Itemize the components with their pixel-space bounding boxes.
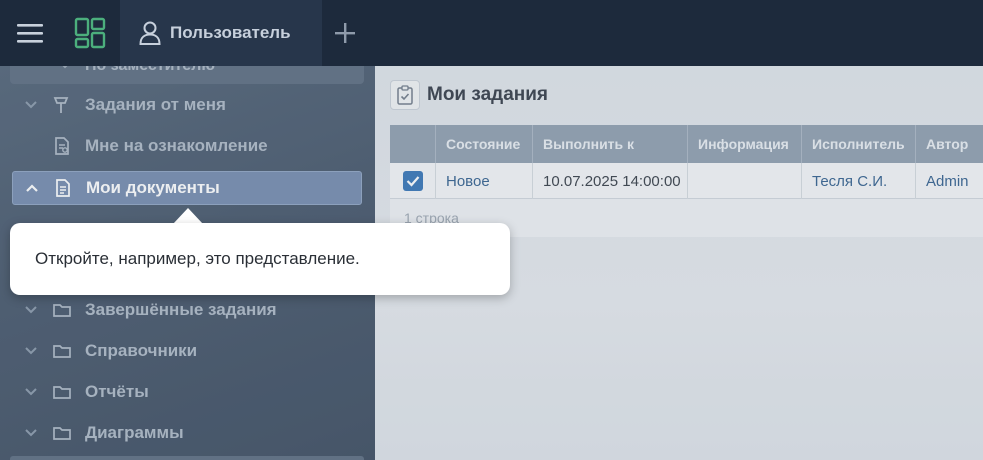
column-header-author[interactable]: Автор [916,125,983,163]
sidebar-item-label: Диаграммы [85,423,184,442]
dashboard-button[interactable] [60,0,120,66]
checkbox-checked[interactable] [403,171,423,191]
sidebar-item-label: Отчёты [85,382,149,401]
clipboard-check-icon [390,80,420,110]
sidebar-item-diagrams[interactable]: Диаграммы [12,416,362,450]
pin-icon [53,97,69,113]
top-bar: Пользователь [0,0,983,66]
folder-icon [53,345,71,358]
column-header-state[interactable]: Состояние [436,125,533,163]
main-menu-button[interactable] [0,0,60,66]
tab-user[interactable]: Пользователь [120,0,322,66]
page-header: Мои задания [390,80,548,110]
plus-icon [335,23,355,43]
cell-info [688,163,802,199]
chevron-down-icon [25,388,37,396]
cell-author[interactable]: Admin [916,163,983,199]
sidebar-item-cut-bottom[interactable] [10,456,364,460]
chevron-down-icon [25,306,37,314]
check-icon [406,176,420,187]
chevron-down-icon [25,101,37,109]
user-icon [139,21,161,45]
chevron-down-icon [25,347,37,355]
sidebar-item-cut-label: По заместителю [85,66,215,75]
column-header-due[interactable]: Выполнить к [533,125,688,163]
hamburger-icon [17,24,43,43]
dashboard-grid-icon [74,17,106,49]
select-column-header[interactable] [390,125,436,163]
folder-icon [53,304,71,317]
chevron-down-icon [62,66,68,69]
sidebar-item-label: Справочники [85,341,198,360]
sidebar-item-reports[interactable]: Отчёты [12,375,362,409]
column-header-info[interactable]: Информация [688,125,802,163]
folder-icon [53,386,71,399]
chevron-up-icon [26,184,38,192]
sidebar-item-completed-tasks[interactable]: Завершённые задания [12,293,362,327]
sidebar-item-label: Задания от меня [85,95,226,114]
sidebar-item-my-documents[interactable]: Мои документы [12,171,362,205]
page-title: Мои задания [427,84,549,105]
column-header-executor[interactable]: Исполнитель [802,125,916,163]
cell-state[interactable]: Новое [436,163,533,199]
table-row[interactable]: Новое 10.07.2025 14:00:00 Тесля С.И. Adm… [390,163,983,199]
sidebar-item-label: Мои документы [86,178,220,197]
sidebar-item-for-review[interactable]: Мне на ознакомление [12,129,362,163]
folder-icon [53,427,71,440]
chevron-down-icon [25,429,37,437]
tab-user-label: Пользователь [170,23,291,42]
grid-header: Состояние Выполнить к Информация Исполни… [390,125,983,163]
document-review-icon [55,137,69,155]
cell-due: 10.07.2025 14:00:00 [533,163,688,199]
row-checkbox[interactable] [390,163,436,199]
sidebar-item-directories[interactable]: Справочники [12,334,362,368]
sidebar-item-label: Завершённые задания [85,300,277,319]
sidebar-item-tasks-from-me[interactable]: Задания от меня [12,88,362,122]
add-tab-button[interactable] [322,0,368,66]
document-icon [56,179,70,197]
sidebar-item-label: Мне на ознакомление [85,136,268,155]
tasks-grid: Состояние Выполнить к Информация Исполни… [390,125,983,237]
tour-tooltip: Откройте, например, это представление. [10,223,510,295]
cell-executor[interactable]: Тесля С.И. [802,163,916,199]
tooltip-arrow [173,208,203,224]
tooltip-text: Откройте, например, это представление. [35,249,360,268]
